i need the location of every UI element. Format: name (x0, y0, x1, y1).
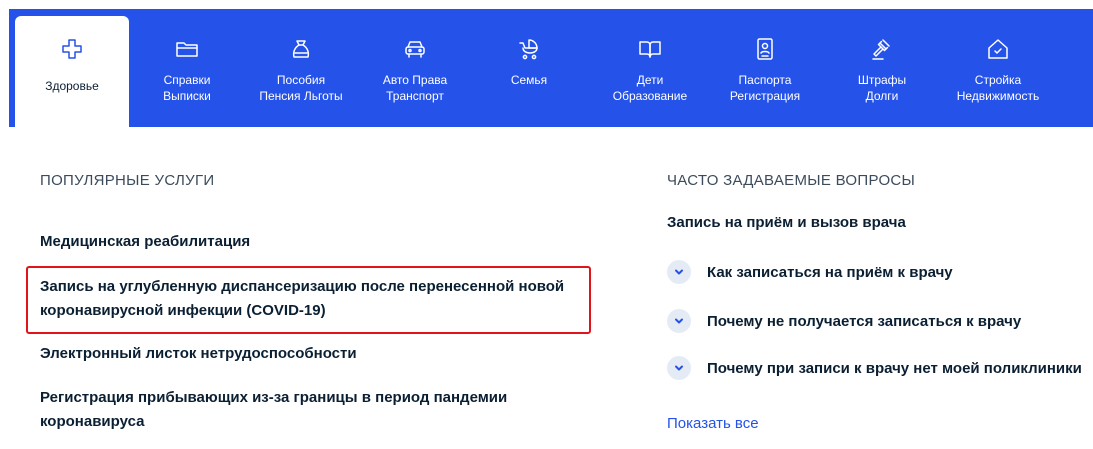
tab-auto[interactable]: Авто Права Транспорт (358, 16, 472, 126)
faq-item[interactable]: Как записаться на приём к врачу (667, 260, 953, 284)
tab-construction[interactable]: Стройка Недвижимость (941, 16, 1055, 126)
faq-title: ЧАСТО ЗАДАВАЕМЫЕ ВОПРОСЫ (667, 172, 916, 189)
category-tab-bar: Здоровье Справки Выписки Пособия Пенсия Ль… (9, 9, 1093, 129)
service-link[interactable]: Электронный листок нетрудоспособности (40, 342, 357, 366)
tab-children[interactable]: Дети Образование (593, 16, 707, 126)
faq-question: Как записаться на приём к врачу (707, 263, 953, 281)
tab-label: Здоровье (45, 79, 99, 93)
wallet-icon (288, 36, 314, 62)
faq-question: Почему при записи к врачу нет моей полик… (707, 359, 1082, 377)
chevron-down-icon[interactable] (667, 309, 691, 333)
tab-label: Пособия Пенсия Льготы (259, 73, 343, 103)
service-link[interactable]: Медицинская реабилитация (40, 230, 250, 254)
tab-fines[interactable]: Штрафы Долги (825, 16, 939, 126)
show-all-link[interactable]: Показать все (667, 415, 759, 432)
tab-family[interactable]: Семья (472, 16, 586, 126)
tab-label: Дети Образование (612, 73, 688, 103)
passport-icon (752, 36, 778, 62)
tab-label: Справки Выписки (163, 73, 211, 103)
tab-label: Стройка Недвижимость (956, 73, 1040, 103)
tab-label: Авто Права Транспорт (382, 73, 448, 103)
folder-icon (174, 36, 200, 62)
tab-label: Паспорта Регистрация (729, 73, 801, 103)
house-icon (985, 36, 1011, 62)
chevron-down-icon[interactable] (667, 260, 691, 284)
medical-cross-icon (59, 36, 85, 62)
service-link[interactable]: Регистрация прибывающих из-за границы в … (40, 386, 507, 434)
service-link[interactable]: Запись на углубленную диспансеризацию по… (40, 275, 564, 323)
chevron-down-icon[interactable] (667, 356, 691, 380)
tab-passports[interactable]: Паспорта Регистрация (708, 16, 822, 126)
tab-benefits[interactable]: Пособия Пенсия Льготы (244, 16, 358, 126)
book-icon (637, 36, 663, 62)
faq-question: Почему не получается записаться к врачу (707, 312, 1022, 330)
stroller-icon (516, 36, 542, 62)
tab-label: Штрафы Долги (857, 73, 907, 103)
faq-item[interactable]: Почему не получается записаться к врачу (667, 309, 1021, 333)
tab-certificates[interactable]: Справки Выписки (130, 16, 244, 126)
faq-item[interactable]: Почему при записи к врачу нет моей полик… (667, 356, 1082, 380)
faq-heading: Запись на приём и вызов врача (667, 214, 906, 231)
tab-label: Семья (510, 73, 548, 87)
tab-health[interactable]: Здоровье (15, 16, 129, 129)
gavel-icon (869, 36, 895, 62)
car-icon (402, 36, 428, 62)
popular-services-title: ПОПУЛЯРНЫЕ УСЛУГИ (40, 172, 215, 189)
